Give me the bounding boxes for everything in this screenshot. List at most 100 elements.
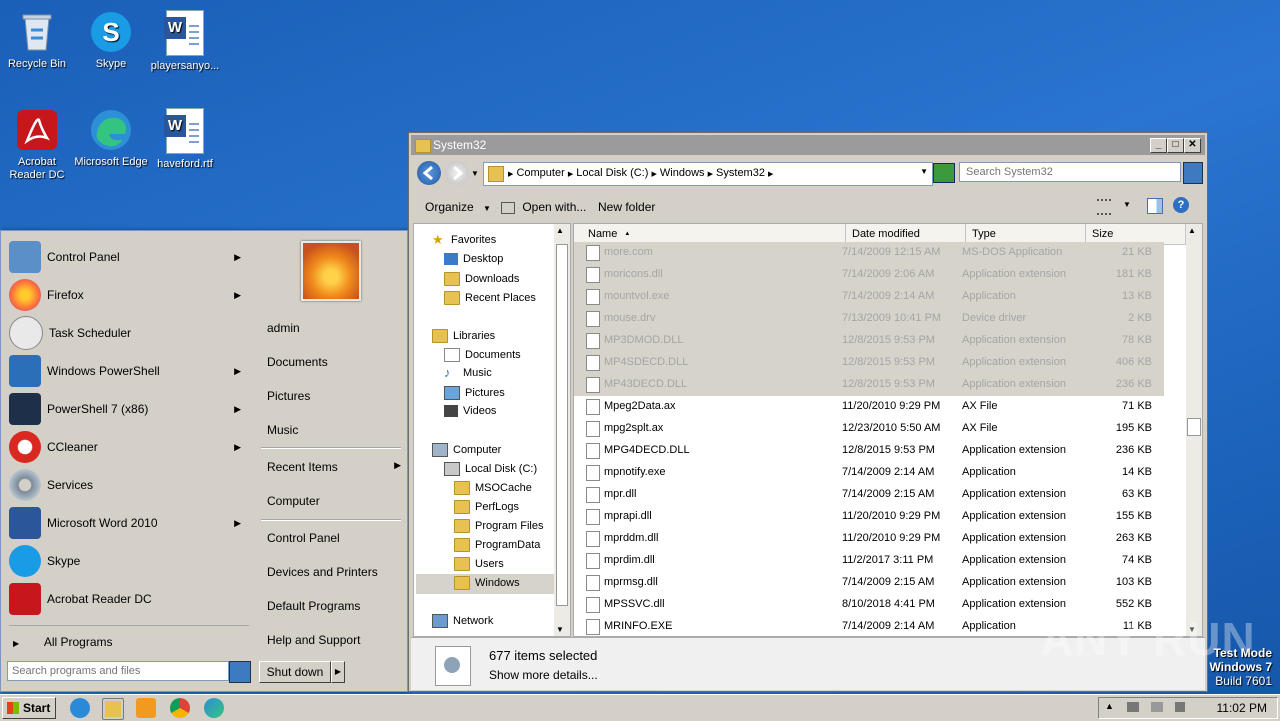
file-row[interactable]: mprdim.dll 11/2/2017 3:11 PM Application e… [574,550,1164,572]
start-button[interactable]: Start [2,697,56,719]
organize-button[interactable]: Organize ▼ [425,200,491,214]
user-avatar[interactable] [301,241,361,301]
nav-libraries[interactable]: Libraries [432,329,495,343]
scroll-thumb[interactable] [1187,418,1201,436]
scroll-thumb[interactable] [556,244,568,606]
refresh-icon[interactable] [933,163,955,183]
minimize-button[interactable]: _ [1150,138,1167,153]
desktop-icon-recycle-bin[interactable]: Recycle Bin [0,4,74,71]
start-user-name[interactable]: admin [267,321,401,335]
start-item-acrobat[interactable]: Acrobat Reader DC [9,581,249,617]
breadcrumb-computer[interactable]: Computer [516,167,564,179]
open-with-button[interactable]: Open with... [501,200,586,214]
network-tray-icon[interactable] [1127,702,1139,712]
file-row[interactable]: mprmsg.dll 7/14/2009 2:15 AM Application e… [574,572,1164,594]
start-item-skype[interactable]: Skype [9,543,249,579]
nav-downloads[interactable]: Downloads [444,272,519,286]
nav-perflogs[interactable]: PerfLogs [454,500,519,514]
file-row[interactable]: moricons.dll 7/14/2009 2:06 AM Application… [574,264,1164,286]
scroll-up-icon[interactable]: ▲ [556,226,564,235]
file-explorer-icon[interactable] [102,698,124,720]
column-name[interactable]: Name ▲ [574,224,846,244]
file-row[interactable]: mountvol.exe 7/14/2009 2:14 AM Application… [574,286,1164,308]
desktop-icon-playersanyo[interactable]: playersanyo... [148,4,222,73]
title-bar[interactable]: System32 _ □ ✕ [411,135,1205,155]
column-type[interactable]: Type [966,224,1086,244]
nav-windows[interactable]: Windows [454,576,520,590]
nav-desktop[interactable]: Desktop [444,253,503,265]
desktop-icon-edge[interactable]: Microsoft Edge [74,102,148,169]
start-search-input[interactable] [7,661,229,681]
breadcrumb-windows[interactable]: Windows [660,167,705,179]
tray-chevron-icon[interactable]: ▲ [1105,701,1114,711]
start-link-devices-printers[interactable]: Devices and Printers [267,565,401,579]
start-link-pictures[interactable]: Pictures [267,389,401,403]
new-folder-button[interactable]: New folder [598,200,655,214]
start-link-recent-items[interactable]: Recent Items ▶ [267,460,401,474]
file-row[interactable]: MP3DMOD.DLL 12/8/2015 9:53 PM Application … [574,330,1164,352]
volume-tray-icon[interactable] [1175,702,1185,712]
nav-program-files[interactable]: Program Files [454,519,543,533]
file-row[interactable]: more.com 7/14/2009 12:15 AM MS-DOS Applica… [574,242,1164,264]
column-size[interactable]: Size [1086,224,1186,244]
breadcrumb-local-disk[interactable]: Local Disk (C:) [576,167,648,179]
forward-button[interactable] [445,161,469,185]
start-item-control-panel[interactable]: Control Panel ▶ [9,239,249,275]
breadcrumb-system32[interactable]: System32 [716,167,765,179]
start-item-windows-powershell[interactable]: Windows PowerShell ▶ [9,353,249,389]
nav-pictures[interactable]: Pictures [444,386,505,400]
nav-favorites[interactable]: ★ Favorites [432,233,496,246]
file-row[interactable]: Mpeg2Data.ax 11/20/2010 9:29 PM AX File 71 … [574,396,1164,418]
start-link-documents[interactable]: Documents [267,355,401,369]
desktop-icon-skype[interactable]: S Skype [74,4,148,71]
shutdown-button[interactable]: Shut down [259,661,331,683]
media-player-icon[interactable] [136,698,156,718]
start-link-help-support[interactable]: Help and Support [267,633,401,647]
file-row[interactable]: mprapi.dll 11/20/2010 9:29 PM Application … [574,506,1164,528]
chrome-icon[interactable] [170,698,190,718]
start-item-task-scheduler[interactable]: Task Scheduler [9,315,249,351]
search-icon[interactable] [229,661,251,683]
scroll-down-icon[interactable]: ▼ [556,625,564,634]
nav-videos[interactable]: Videos [444,405,496,417]
shutdown-options-button[interactable]: ▶ [331,661,345,683]
show-more-details-link[interactable]: Show more details... [489,668,598,682]
file-row[interactable]: MP4SDECD.DLL 12/8/2015 9:53 PM Application… [574,352,1164,374]
start-item-firefox[interactable]: Firefox ▶ [9,277,249,313]
flag-tray-icon[interactable] [1151,702,1163,712]
nav-msocache[interactable]: MSOCache [454,481,532,495]
view-dropdown-icon[interactable]: ▼ [1123,200,1131,209]
clock[interactable]: 11:02 PM [1217,701,1267,715]
maximize-button[interactable]: □ [1167,138,1184,153]
start-link-music[interactable]: Music [267,423,401,437]
file-scrollbar[interactable]: ▲ ▼ [1186,224,1202,636]
preview-pane-icon[interactable] [1147,198,1163,214]
start-item-powershell7[interactable]: PowerShell 7 (x86) ▶ [9,391,249,427]
help-icon[interactable]: ? [1173,197,1189,213]
file-row[interactable]: mpnotify.exe 7/14/2009 2:14 AM Application… [574,462,1164,484]
nav-computer[interactable]: Computer [432,443,501,457]
view-options-icon[interactable] [1097,199,1111,215]
search-input[interactable] [959,162,1181,182]
nav-scrollbar[interactable]: ▲ ▼ [554,224,570,636]
nav-recent-places[interactable]: Recent Places [444,291,536,305]
all-programs-button[interactable]: ▶ All Programs [13,635,249,649]
address-dropdown-icon[interactable]: ▼ [920,167,928,176]
nav-documents[interactable]: Documents [444,348,521,362]
desktop-icon-acrobat[interactable]: Acrobat Reader DC [0,102,74,182]
file-row[interactable]: mpr.dll 7/14/2009 2:15 AM Application exte… [574,484,1164,506]
search-icon[interactable] [1183,162,1203,184]
internet-explorer-icon[interactable] [70,698,90,718]
nav-users[interactable]: Users [454,557,504,571]
desktop-icon-haveford[interactable]: haveford.rtf [148,102,222,171]
breadcrumb[interactable]: ▶ Computer ▶ Local Disk (C:) ▶ Windows ▶… [483,162,933,186]
nav-local-disk[interactable]: Local Disk (C:) [444,462,537,476]
recent-pages-chevron-icon[interactable]: ▼ [471,169,479,178]
start-item-services[interactable]: Services [9,467,249,503]
start-link-default-programs[interactable]: Default Programs [267,599,401,613]
start-item-word[interactable]: Microsoft Word 2010 ▶ [9,505,249,541]
start-item-ccleaner[interactable]: CCleaner ▶ [9,429,249,465]
edge-icon[interactable] [204,698,224,718]
nav-network[interactable]: Network [432,614,493,628]
start-link-computer[interactable]: Computer [267,494,401,508]
